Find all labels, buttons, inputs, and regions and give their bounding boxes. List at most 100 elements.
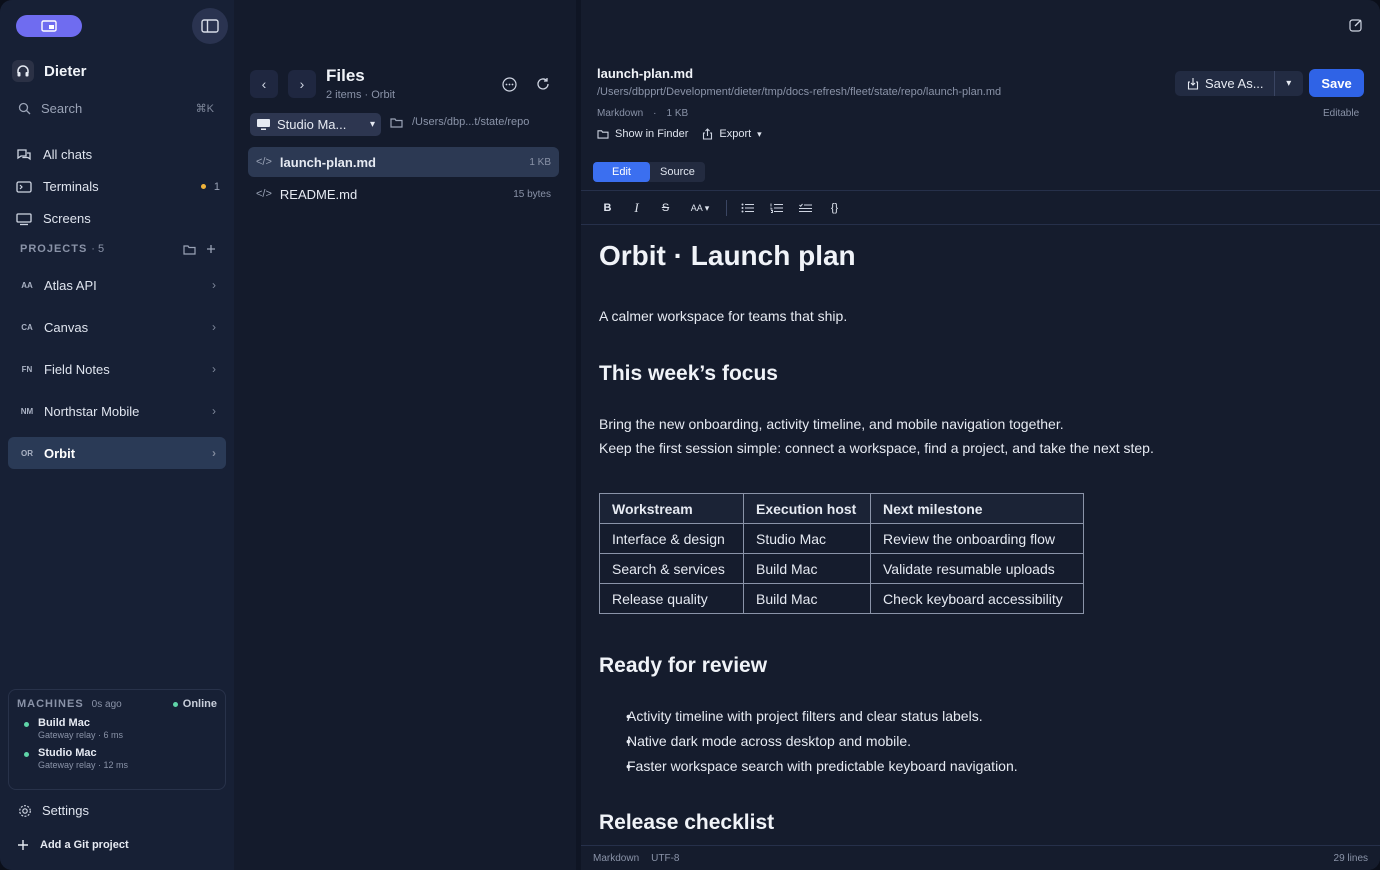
workspace-icon	[41, 20, 57, 32]
mode-switcher: Edit Source	[593, 162, 705, 182]
chats-icon	[17, 148, 31, 160]
meta-separator: ·	[653, 108, 657, 119]
compose-icon	[1349, 19, 1362, 32]
toggle-sidebar-button[interactable]	[192, 8, 228, 44]
bullet-list-button[interactable]	[733, 198, 762, 218]
checklist-icon	[799, 203, 812, 213]
project-item-atlas-api[interactable]: AA Atlas API ›	[8, 269, 226, 301]
gear-icon	[19, 804, 31, 817]
bold-button[interactable]: B	[593, 198, 622, 218]
online-label: Online	[182, 698, 217, 710]
project-code: OR	[21, 448, 33, 458]
add-project-icon[interactable]	[206, 244, 216, 254]
table-cell: Studio Mac	[743, 523, 871, 554]
nav-all-chats[interactable]: All chats	[16, 147, 220, 162]
doc-paragraph: Keep the first session simple: connect a…	[599, 440, 1154, 456]
text-size-button[interactable]: AA ▾	[680, 198, 720, 218]
save-as-button[interactable]: Save As... ▾	[1175, 71, 1303, 96]
sidebar-icon	[201, 19, 219, 33]
chevron-right-icon: ›	[212, 320, 216, 334]
table-row: Search & services Build Mac Validate res…	[599, 553, 1084, 584]
tab-edit[interactable]: Edit	[593, 162, 650, 182]
nav-label: Terminals	[43, 179, 99, 194]
machine-studio-mac[interactable]: Studio Mac Gateway relay · 12 ms	[17, 747, 217, 770]
project-code: AA	[21, 280, 33, 290]
host-select[interactable]: Studio Ma... ▾	[250, 113, 381, 136]
list-item: Faster workspace search with predictable…	[599, 754, 1359, 779]
file-item[interactable]: </> launch-plan.md 1 KB	[248, 147, 559, 177]
refresh-icon	[537, 78, 549, 90]
table-header: Workstream	[599, 493, 744, 524]
doc-subheading: Ready for review	[599, 654, 768, 677]
table-header-row: Workstream Execution host Next milestone	[599, 493, 1084, 524]
document-title: launch-plan.md	[597, 66, 694, 81]
tab-source[interactable]: Source	[650, 162, 705, 182]
add-git-project-button[interactable]: Add a Git project	[18, 839, 129, 851]
project-item-field-notes[interactable]: FN Field Notes ›	[8, 353, 226, 385]
nav-terminals[interactable]: Terminals 1	[16, 179, 220, 194]
file-item[interactable]: </> README.md 15 bytes	[248, 179, 559, 209]
settings-button[interactable]: Settings	[18, 803, 89, 818]
list-item: Activity timeline with project filters a…	[599, 704, 1359, 729]
table-cell: Validate resumable uploads	[870, 553, 1084, 584]
code-file-icon: </>	[256, 156, 272, 168]
numbered-list-button[interactable]	[762, 198, 791, 218]
nav-label: All chats	[43, 147, 93, 162]
headphones-icon	[17, 65, 29, 77]
forward-button[interactable]: ›	[288, 70, 316, 98]
chevron-right-icon: ›	[299, 76, 305, 92]
nav-screens[interactable]: Screens	[16, 211, 220, 226]
project-name: Orbit	[44, 445, 76, 461]
current-path[interactable]: /Users/dbp...t/state/repo	[390, 116, 529, 128]
new-folder-icon[interactable]	[183, 244, 196, 255]
show-in-finder-button[interactable]: Show in Finder	[597, 128, 688, 140]
table-row: Release quality Build Mac Check keyboard…	[599, 583, 1084, 614]
doc-subheading: This week’s focus	[599, 362, 778, 385]
table-cell: Search & services	[599, 553, 744, 584]
compose-button[interactable]	[1343, 12, 1369, 38]
machine-build-mac[interactable]: Build Mac Gateway relay · 6 ms	[17, 717, 217, 740]
table-cell: Review the onboarding flow	[870, 523, 1084, 554]
save-button[interactable]: Save	[1309, 69, 1364, 97]
search-input[interactable]: Search ⌘K	[18, 101, 214, 116]
show-in-finder-label: Show in Finder	[615, 128, 689, 140]
avatar	[12, 60, 34, 82]
list-item: Native dark mode across desktop and mobi…	[599, 729, 1359, 754]
chevron-down-icon[interactable]: ▾	[1275, 78, 1303, 89]
search-shortcut: ⌘K	[195, 103, 214, 115]
document-content[interactable]: Orbit · Launch plan A calmer workspace f…	[599, 240, 1359, 835]
project-item-canvas[interactable]: CA Canvas ›	[8, 311, 226, 343]
machine-sub: Gateway relay · 6 ms	[38, 730, 124, 740]
doc-paragraph: Bring the new onboarding, activity timel…	[599, 416, 1064, 432]
save-as-label: Save As...	[1205, 76, 1264, 91]
code-block-button[interactable]: {}	[820, 198, 849, 218]
terminals-badge: 1	[200, 181, 220, 193]
strikethrough-button[interactable]: S	[651, 198, 680, 218]
export-button[interactable]: Export ▾	[702, 128, 762, 140]
path-label: /Users/dbp...t/state/repo	[412, 116, 530, 128]
table-header: Next milestone	[870, 493, 1084, 524]
save-icon	[1187, 78, 1199, 90]
table-cell: Release quality	[599, 583, 744, 614]
status-dot	[172, 701, 178, 707]
user-profile[interactable]: Dieter	[12, 60, 87, 82]
workspace-switch-button[interactable]	[16, 15, 82, 37]
checklist-button[interactable]	[791, 198, 820, 218]
project-item-orbit[interactable]: OR Orbit ›	[8, 437, 226, 469]
file-name: launch-plan.md	[279, 154, 376, 170]
doc-heading: Orbit · Launch plan	[599, 240, 856, 271]
back-button[interactable]: ‹	[250, 70, 278, 98]
table-cell: Check keyboard accessibility	[870, 583, 1084, 614]
editable-status: Editable	[1323, 108, 1360, 119]
document-path: /Users/dbpprt/Development/dieter/tmp/doc…	[597, 86, 1002, 98]
project-item-northstar-mobile[interactable]: NM Northstar Mobile ›	[8, 395, 226, 427]
sidebar: Dieter Search ⌘K All chats Terminals 1 S…	[0, 0, 234, 870]
status-dot	[24, 752, 29, 757]
code-file-icon: </>	[256, 188, 272, 200]
refresh-button[interactable]	[532, 73, 554, 95]
more-options-button[interactable]	[498, 73, 520, 95]
machines-title: MACHINES	[17, 698, 84, 710]
italic-button[interactable]: I	[622, 198, 651, 218]
projects-title: PROJECTS	[20, 243, 88, 255]
add-git-label: Add a Git project	[40, 839, 129, 851]
